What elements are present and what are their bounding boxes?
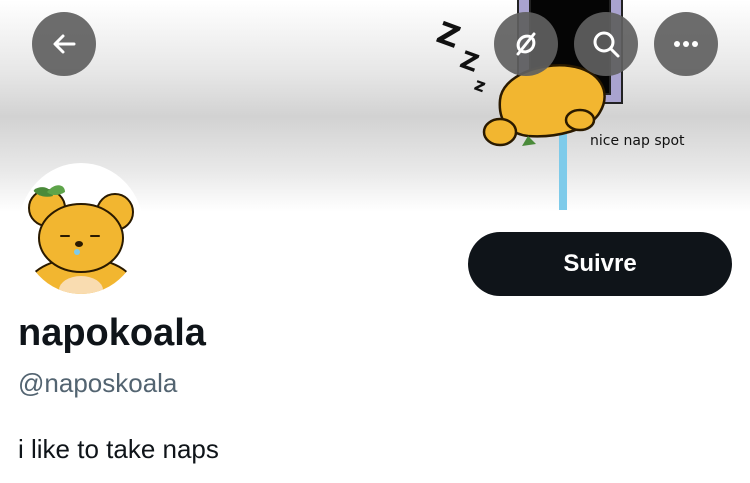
avatar[interactable] bbox=[18, 163, 144, 297]
banner-caption: nice nap spot bbox=[590, 133, 685, 149]
koala-avatar-image bbox=[21, 166, 141, 294]
search-icon bbox=[593, 31, 620, 58]
more-horizontal-icon bbox=[674, 41, 698, 47]
arrow-left-icon bbox=[53, 34, 76, 54]
more-button[interactable] bbox=[654, 12, 718, 76]
no-wifi-icon bbox=[516, 32, 536, 56]
profile-bio: i like to take naps bbox=[18, 434, 219, 464]
svg-text:z: z bbox=[471, 74, 488, 97]
translate-button[interactable] bbox=[494, 12, 558, 76]
search-button[interactable] bbox=[574, 12, 638, 76]
follow-button[interactable]: Suivre bbox=[468, 232, 732, 296]
back-button[interactable] bbox=[32, 12, 96, 76]
svg-text:Z: Z bbox=[432, 15, 464, 55]
display-name: napokoala bbox=[18, 312, 206, 354]
username-handle: @naposkoala bbox=[18, 368, 178, 398]
